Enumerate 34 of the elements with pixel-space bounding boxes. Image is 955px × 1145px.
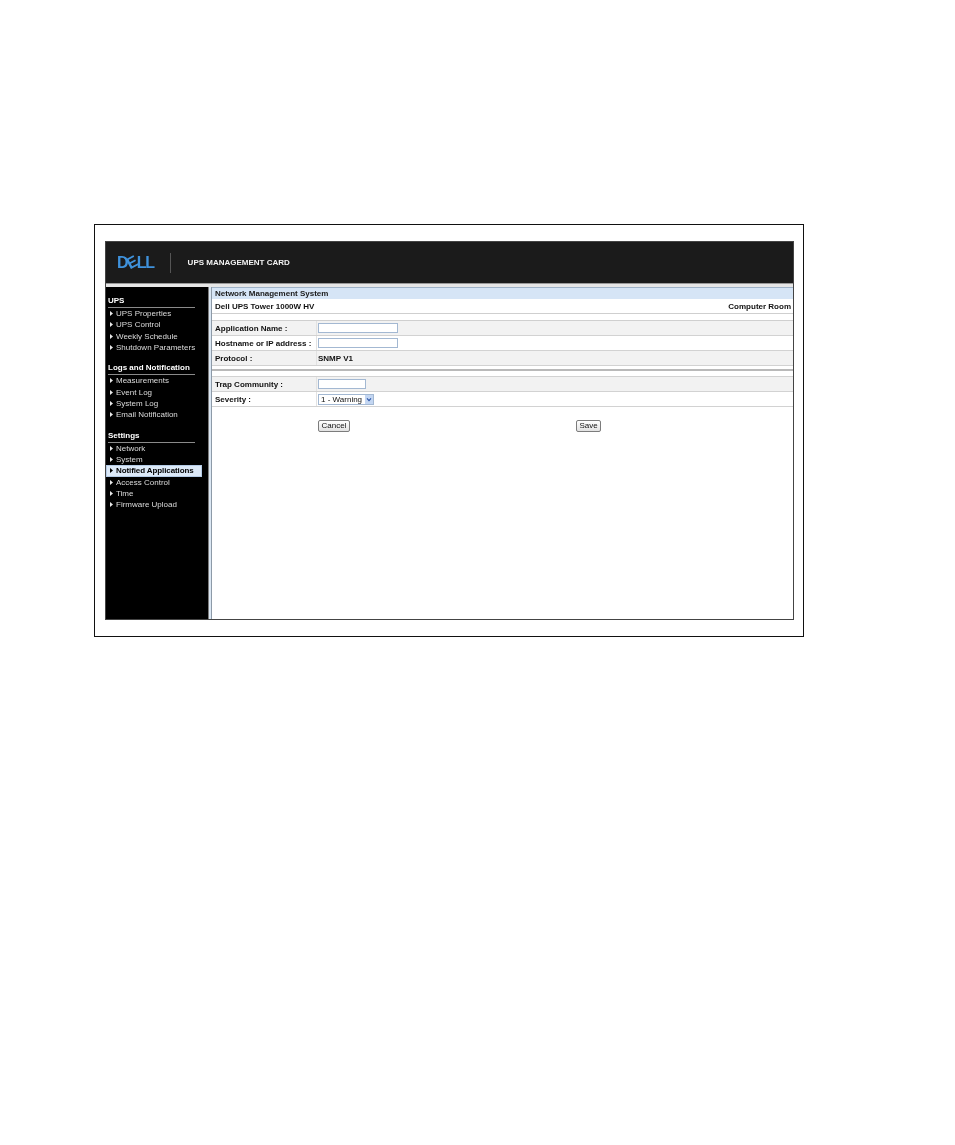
input-field[interactable] — [318, 323, 398, 333]
field-label: Protocol : — [215, 353, 253, 363]
app-title: UPS MANAGEMENT CARD — [187, 258, 290, 267]
save-button[interactable]: Save — [576, 420, 601, 432]
field-value: SNMP V1 — [318, 353, 353, 363]
section-title-bar: Network Management System — [212, 287, 793, 299]
sidebar-item[interactable]: UPS Control — [106, 319, 202, 331]
field-label: Trap Community : — [215, 379, 283, 389]
field-label: Severity : — [215, 394, 252, 404]
sidebar-heading: UPS — [108, 296, 195, 308]
sidebar-item[interactable]: Access Control — [106, 476, 202, 488]
sidebar-heading: Settings — [108, 430, 195, 443]
sidebar-item[interactable]: Measurements — [106, 375, 202, 387]
sidebar-item[interactable]: Email Notification — [106, 409, 202, 421]
field-label: Application Name : — [215, 323, 288, 333]
input-field[interactable] — [318, 379, 366, 389]
sidebar-heading: Logs and Notification — [108, 363, 195, 376]
severity-dropdown[interactable]: 1 - Warning — [318, 393, 374, 405]
sidebar-item[interactable]: Firmware Upload — [106, 499, 202, 511]
input-field[interactable] — [318, 338, 398, 348]
sidebar-item[interactable]: Event Log — [106, 386, 202, 398]
device-name: Dell UPS Tower 1000W HV — [215, 301, 315, 311]
cancel-button[interactable]: Cancel — [318, 420, 350, 432]
sidebar-item[interactable]: Notified Applications — [106, 465, 202, 477]
sidebar-item[interactable]: Shutdown Parameters — [106, 342, 202, 354]
sidebar-item[interactable]: UPS Properties — [106, 308, 202, 320]
location-name: Computer Room — [728, 301, 791, 311]
sidebar-item[interactable]: System Log — [106, 397, 202, 410]
dropdown-arrow-icon — [365, 394, 373, 404]
sidebar-item[interactable]: Network — [106, 442, 202, 454]
sidebar-item[interactable]: Time — [106, 487, 202, 500]
field-label: Hostname or IP address : — [215, 338, 312, 348]
sidebar-item[interactable]: Weekly Schedule — [106, 330, 202, 342]
sidebar-item[interactable]: System — [106, 453, 202, 466]
